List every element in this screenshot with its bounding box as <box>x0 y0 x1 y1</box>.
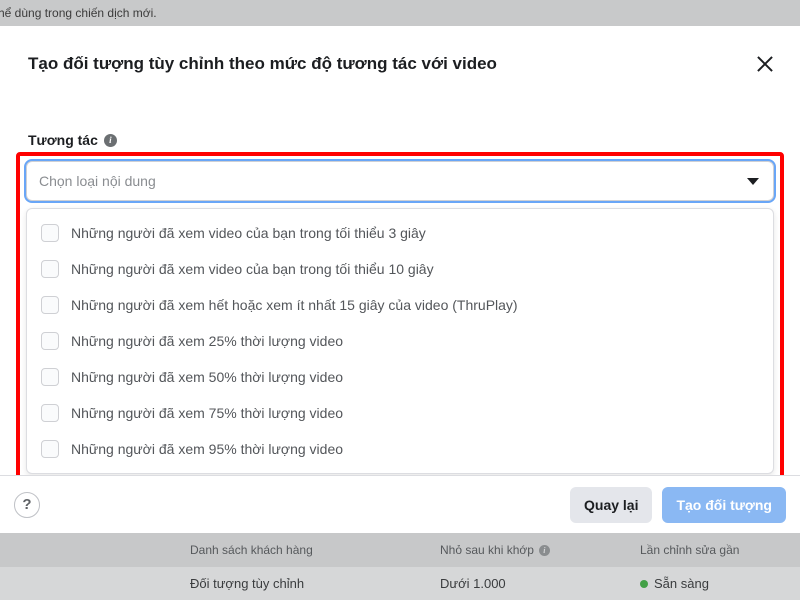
checkbox-icon[interactable] <box>41 296 59 314</box>
table-row[interactable]: Đối tượng tùy chỉnh Dưới 1.000 Sẵn sàng <box>0 567 800 600</box>
option-25pct[interactable]: Những người đã xem 25% thời lượng video <box>27 323 773 359</box>
col-list: Danh sách khách hàng <box>0 543 380 557</box>
row-status-text: Sẵn sàng <box>654 576 709 591</box>
option-label: Những người đã xem 50% thời lượng video <box>71 369 343 385</box>
engagement-label-text: Tương tác <box>28 132 98 148</box>
checkbox-icon[interactable] <box>41 224 59 242</box>
option-thruplay[interactable]: Những người đã xem hết hoặc xem ít nhất … <box>27 287 773 323</box>
table-header: Danh sách khách hàng Nhỏ sau khi khớp i … <box>0 533 800 567</box>
checkbox-icon[interactable] <box>41 368 59 386</box>
custom-audience-modal: Tạo đối tượng tùy chỉnh theo mức độ tươn… <box>0 26 800 533</box>
engagement-label: Tương tác i <box>28 132 117 148</box>
page-banner: hể dùng trong chiến dịch mới. <box>0 0 800 26</box>
col-edited: Lần chỉnh sửa gần <box>630 543 800 557</box>
create-button-label: Tạo đối tượng <box>676 497 772 513</box>
checkbox-icon[interactable] <box>41 440 59 458</box>
close-icon[interactable] <box>756 55 774 73</box>
back-button[interactable]: Quay lại <box>570 487 652 523</box>
content-type-select[interactable]: Chọn loại nội dung <box>26 161 774 201</box>
background-table: Danh sách khách hàng Nhỏ sau khi khớp i … <box>0 533 800 600</box>
option-label: Những người đã xem 95% thời lượng video <box>71 441 343 457</box>
row-size: Dưới 1.000 <box>380 576 630 591</box>
option-10sec[interactable]: Những người đã xem video của bạn trong t… <box>27 251 773 287</box>
option-label: Những người đã xem 75% thời lượng video <box>71 405 343 421</box>
modal-footer: ? Quay lại Tạo đối tượng <box>0 475 800 533</box>
checkbox-icon[interactable] <box>41 332 59 350</box>
help-glyph: ? <box>22 496 31 513</box>
checkbox-icon[interactable] <box>41 404 59 422</box>
option-label: Những người đã xem video của bạn trong t… <box>71 261 434 277</box>
option-50pct[interactable]: Những người đã xem 50% thời lượng video <box>27 359 773 395</box>
back-button-label: Quay lại <box>584 497 638 513</box>
row-status: Sẵn sàng <box>630 576 800 591</box>
footer-actions: Quay lại Tạo đối tượng <box>570 487 786 523</box>
content-type-placeholder: Chọn loại nội dung <box>39 173 156 189</box>
option-3sec[interactable]: Những người đã xem video của bạn trong t… <box>27 215 773 251</box>
option-95pct[interactable]: Những người đã xem 95% thời lượng video <box>27 431 773 467</box>
status-dot-icon <box>640 580 648 588</box>
create-audience-button[interactable]: Tạo đối tượng <box>662 487 786 523</box>
col-size-label: Nhỏ sau khi khớp <box>440 543 534 557</box>
content-type-dropdown: Những người đã xem video của bạn trong t… <box>26 208 774 474</box>
info-icon[interactable]: i <box>104 134 117 147</box>
info-icon[interactable]: i <box>539 545 550 556</box>
option-label: Những người đã xem 25% thời lượng video <box>71 333 343 349</box>
banner-text: hể dùng trong chiến dịch mới. <box>0 6 157 20</box>
chevron-down-icon <box>747 178 759 185</box>
col-size: Nhỏ sau khi khớp i <box>380 543 630 557</box>
checkbox-icon[interactable] <box>41 260 59 278</box>
option-75pct[interactable]: Những người đã xem 75% thời lượng video <box>27 395 773 431</box>
option-label: Những người đã xem hết hoặc xem ít nhất … <box>71 297 518 313</box>
modal-title: Tạo đối tượng tùy chỉnh theo mức độ tươn… <box>28 54 497 74</box>
help-icon[interactable]: ? <box>14 492 40 518</box>
modal-header: Tạo đối tượng tùy chỉnh theo mức độ tươn… <box>0 26 800 96</box>
row-name: Đối tượng tùy chỉnh <box>0 576 380 591</box>
option-label: Những người đã xem video của bạn trong t… <box>71 225 426 241</box>
